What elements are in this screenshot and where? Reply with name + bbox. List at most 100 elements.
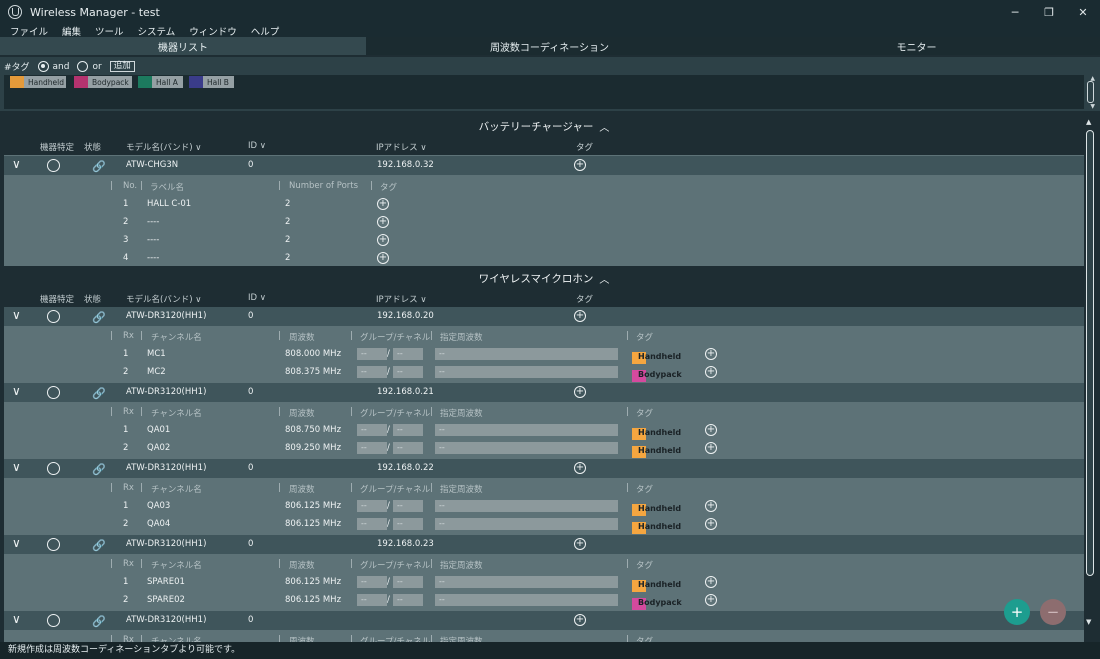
group-field[interactable]: -- xyxy=(357,348,387,360)
group-field[interactable]: -- xyxy=(357,576,387,588)
sort-ip[interactable]: IPアドレス ∨ xyxy=(376,293,427,305)
device-row[interactable]: ∨ 🔗 ATW-CHG3N 0 192.168.0.32 + xyxy=(4,156,1084,175)
specified-frequency-field[interactable]: -- xyxy=(435,348,618,360)
device-row[interactable]: ∨ 🔗 ATW-DR3120(HH1) 0 192.168.0.22 + xyxy=(4,459,1084,478)
identify-circle-icon[interactable] xyxy=(47,159,60,172)
channel-field[interactable]: -- xyxy=(393,348,423,360)
channel-field[interactable]: -- xyxy=(393,424,423,436)
or-radio[interactable] xyxy=(77,61,89,72)
menu-help[interactable]: ヘルプ xyxy=(251,24,280,38)
specified-frequency-field[interactable]: -- xyxy=(435,594,618,606)
sort-model[interactable]: モデル名(バンド) ∨ xyxy=(126,141,201,153)
restore-button[interactable]: ❐ xyxy=(1032,0,1066,24)
chevron-down-icon[interactable]: ∨ xyxy=(12,460,21,474)
channel-field[interactable]: -- xyxy=(393,442,423,454)
add-device-button[interactable]: + xyxy=(1004,599,1030,625)
add-tag-plus-icon[interactable]: + xyxy=(705,500,717,512)
group-field[interactable]: -- xyxy=(357,424,387,436)
link-icon: 🔗 xyxy=(92,463,106,476)
device-row[interactable]: ∨ 🔗 ATW-DR3120(HH1) 0 + xyxy=(4,611,1084,630)
identify-circle-icon[interactable] xyxy=(47,614,60,627)
add-tag-plus-icon[interactable]: + xyxy=(574,538,586,550)
sort-id[interactable]: ID ∨ xyxy=(248,141,266,151)
chevron-down-icon[interactable]: ∨ xyxy=(12,384,21,398)
specified-frequency-field[interactable]: -- xyxy=(435,442,618,454)
add-tag-plus-icon[interactable]: + xyxy=(705,424,717,436)
device-row[interactable]: ∨ 🔗 ATW-DR3120(HH1) 0 192.168.0.20 + xyxy=(4,307,1084,326)
group-field[interactable]: -- xyxy=(357,518,387,530)
tab-device-list[interactable]: 機器リスト xyxy=(0,37,366,55)
tag-chip-hall-b[interactable]: Hall B xyxy=(189,76,234,88)
add-tag-plus-icon[interactable]: + xyxy=(377,252,389,264)
identify-circle-icon[interactable] xyxy=(47,538,60,551)
specified-frequency-field[interactable]: -- xyxy=(435,424,618,436)
tab-monitor[interactable]: モニター xyxy=(733,37,1100,55)
close-button[interactable]: ✕ xyxy=(1066,0,1100,24)
identify-circle-icon[interactable] xyxy=(47,462,60,475)
add-tag-plus-icon[interactable]: + xyxy=(377,198,389,210)
add-tag-plus-icon[interactable]: + xyxy=(705,594,717,606)
add-tag-plus-icon[interactable]: + xyxy=(705,366,717,378)
scroll-up-icon[interactable]: ▲ xyxy=(1086,118,1091,126)
list-item: 2 QA04 806.125 MHz -- / -- -- Handheld + xyxy=(4,515,1084,534)
add-tag-plus-icon[interactable]: + xyxy=(705,442,717,454)
add-tag-plus-icon[interactable]: + xyxy=(574,310,586,322)
tag-chip-bodypack[interactable]: Bodypack xyxy=(74,76,132,88)
identify-circle-icon[interactable] xyxy=(47,386,60,399)
add-tag-plus-icon[interactable]: + xyxy=(574,462,586,474)
channel-field[interactable]: -- xyxy=(393,518,423,530)
group-field[interactable]: -- xyxy=(357,366,387,378)
scroll-down-icon[interactable]: ▼ xyxy=(1086,618,1091,626)
specified-frequency-field[interactable]: -- xyxy=(435,518,618,530)
chevron-down-icon[interactable]: ∨ xyxy=(12,536,21,550)
menu-window[interactable]: ウィンドウ xyxy=(189,24,237,38)
specified-frequency-field[interactable]: -- xyxy=(435,576,618,588)
chevron-down-icon[interactable]: ∨ xyxy=(12,612,21,626)
group-field[interactable]: -- xyxy=(357,442,387,454)
sort-id[interactable]: ID ∨ xyxy=(248,293,266,303)
chevron-down-icon[interactable]: ∨ xyxy=(12,157,21,171)
group-field[interactable]: -- xyxy=(357,594,387,606)
tab-frequency-coordination[interactable]: 周波数コーディネーション xyxy=(366,37,733,55)
add-tag-plus-icon[interactable]: + xyxy=(377,234,389,246)
specified-frequency-field[interactable]: -- xyxy=(435,366,618,378)
menu-system[interactable]: システム xyxy=(138,24,176,38)
add-tag-plus-icon[interactable]: + xyxy=(377,216,389,228)
add-tag-plus-icon[interactable]: + xyxy=(705,348,717,360)
tag-scroll-down-icon[interactable]: ▼ xyxy=(1090,103,1095,110)
sub-header: | Rx | チャンネル名 | 周波数 | グループ/チャネル | 指定周波数 | タグ xyxy=(110,331,654,343)
scrollbar-thumb[interactable] xyxy=(1086,130,1094,576)
specified-frequency-field[interactable]: -- xyxy=(435,500,618,512)
group-field[interactable]: -- xyxy=(357,500,387,512)
add-tag-plus-icon[interactable]: + xyxy=(705,518,717,530)
channel-field[interactable]: -- xyxy=(393,366,423,378)
add-tag-plus-icon[interactable]: + xyxy=(705,576,717,588)
add-tag-plus-icon[interactable]: + xyxy=(574,614,586,626)
identify-circle-icon[interactable] xyxy=(47,310,60,323)
add-tag-button[interactable]: 追加 xyxy=(109,61,135,72)
channel-field[interactable]: -- xyxy=(393,500,423,512)
menu-file[interactable]: ファイル xyxy=(10,24,48,38)
link-icon: 🔗 xyxy=(92,615,106,628)
sort-model[interactable]: モデル名(バンド) ∨ xyxy=(126,293,201,305)
main-tabs: 機器リスト 周波数コーディネーション モニター xyxy=(0,37,1100,55)
and-radio[interactable] xyxy=(37,61,49,72)
minimize-button[interactable]: ─ xyxy=(998,0,1032,24)
section-header-wireless-mic[interactable]: ワイヤレスマイクロホン ︿ xyxy=(4,266,1084,290)
main-scrollbar[interactable]: ▲ ▼ xyxy=(1085,118,1095,630)
tag-chip-hall-a[interactable]: Hall A xyxy=(138,76,183,88)
sort-ip[interactable]: IPアドレス ∨ xyxy=(376,141,427,153)
chevron-down-icon[interactable]: ∨ xyxy=(12,308,21,322)
section-header-charger[interactable]: バッテリーチャージャー ︿ xyxy=(4,114,1084,138)
tag-chip-handheld[interactable]: Handheld xyxy=(10,76,66,88)
add-tag-plus-icon[interactable]: + xyxy=(574,159,586,171)
tag-scrollbar[interactable] xyxy=(1087,81,1094,103)
channel-field[interactable]: -- xyxy=(393,576,423,588)
device-row[interactable]: ∨ 🔗 ATW-DR3120(HH1) 0 192.168.0.21 + xyxy=(4,383,1084,402)
channel-field[interactable]: -- xyxy=(393,594,423,606)
device-row[interactable]: ∨ 🔗 ATW-DR3120(HH1) 0 192.168.0.23 + xyxy=(4,535,1084,554)
menu-edit[interactable]: 編集 xyxy=(62,24,81,38)
add-tag-plus-icon[interactable]: + xyxy=(574,386,586,398)
remove-device-button[interactable]: − xyxy=(1040,599,1066,625)
menu-tools[interactable]: ツール xyxy=(95,24,124,38)
